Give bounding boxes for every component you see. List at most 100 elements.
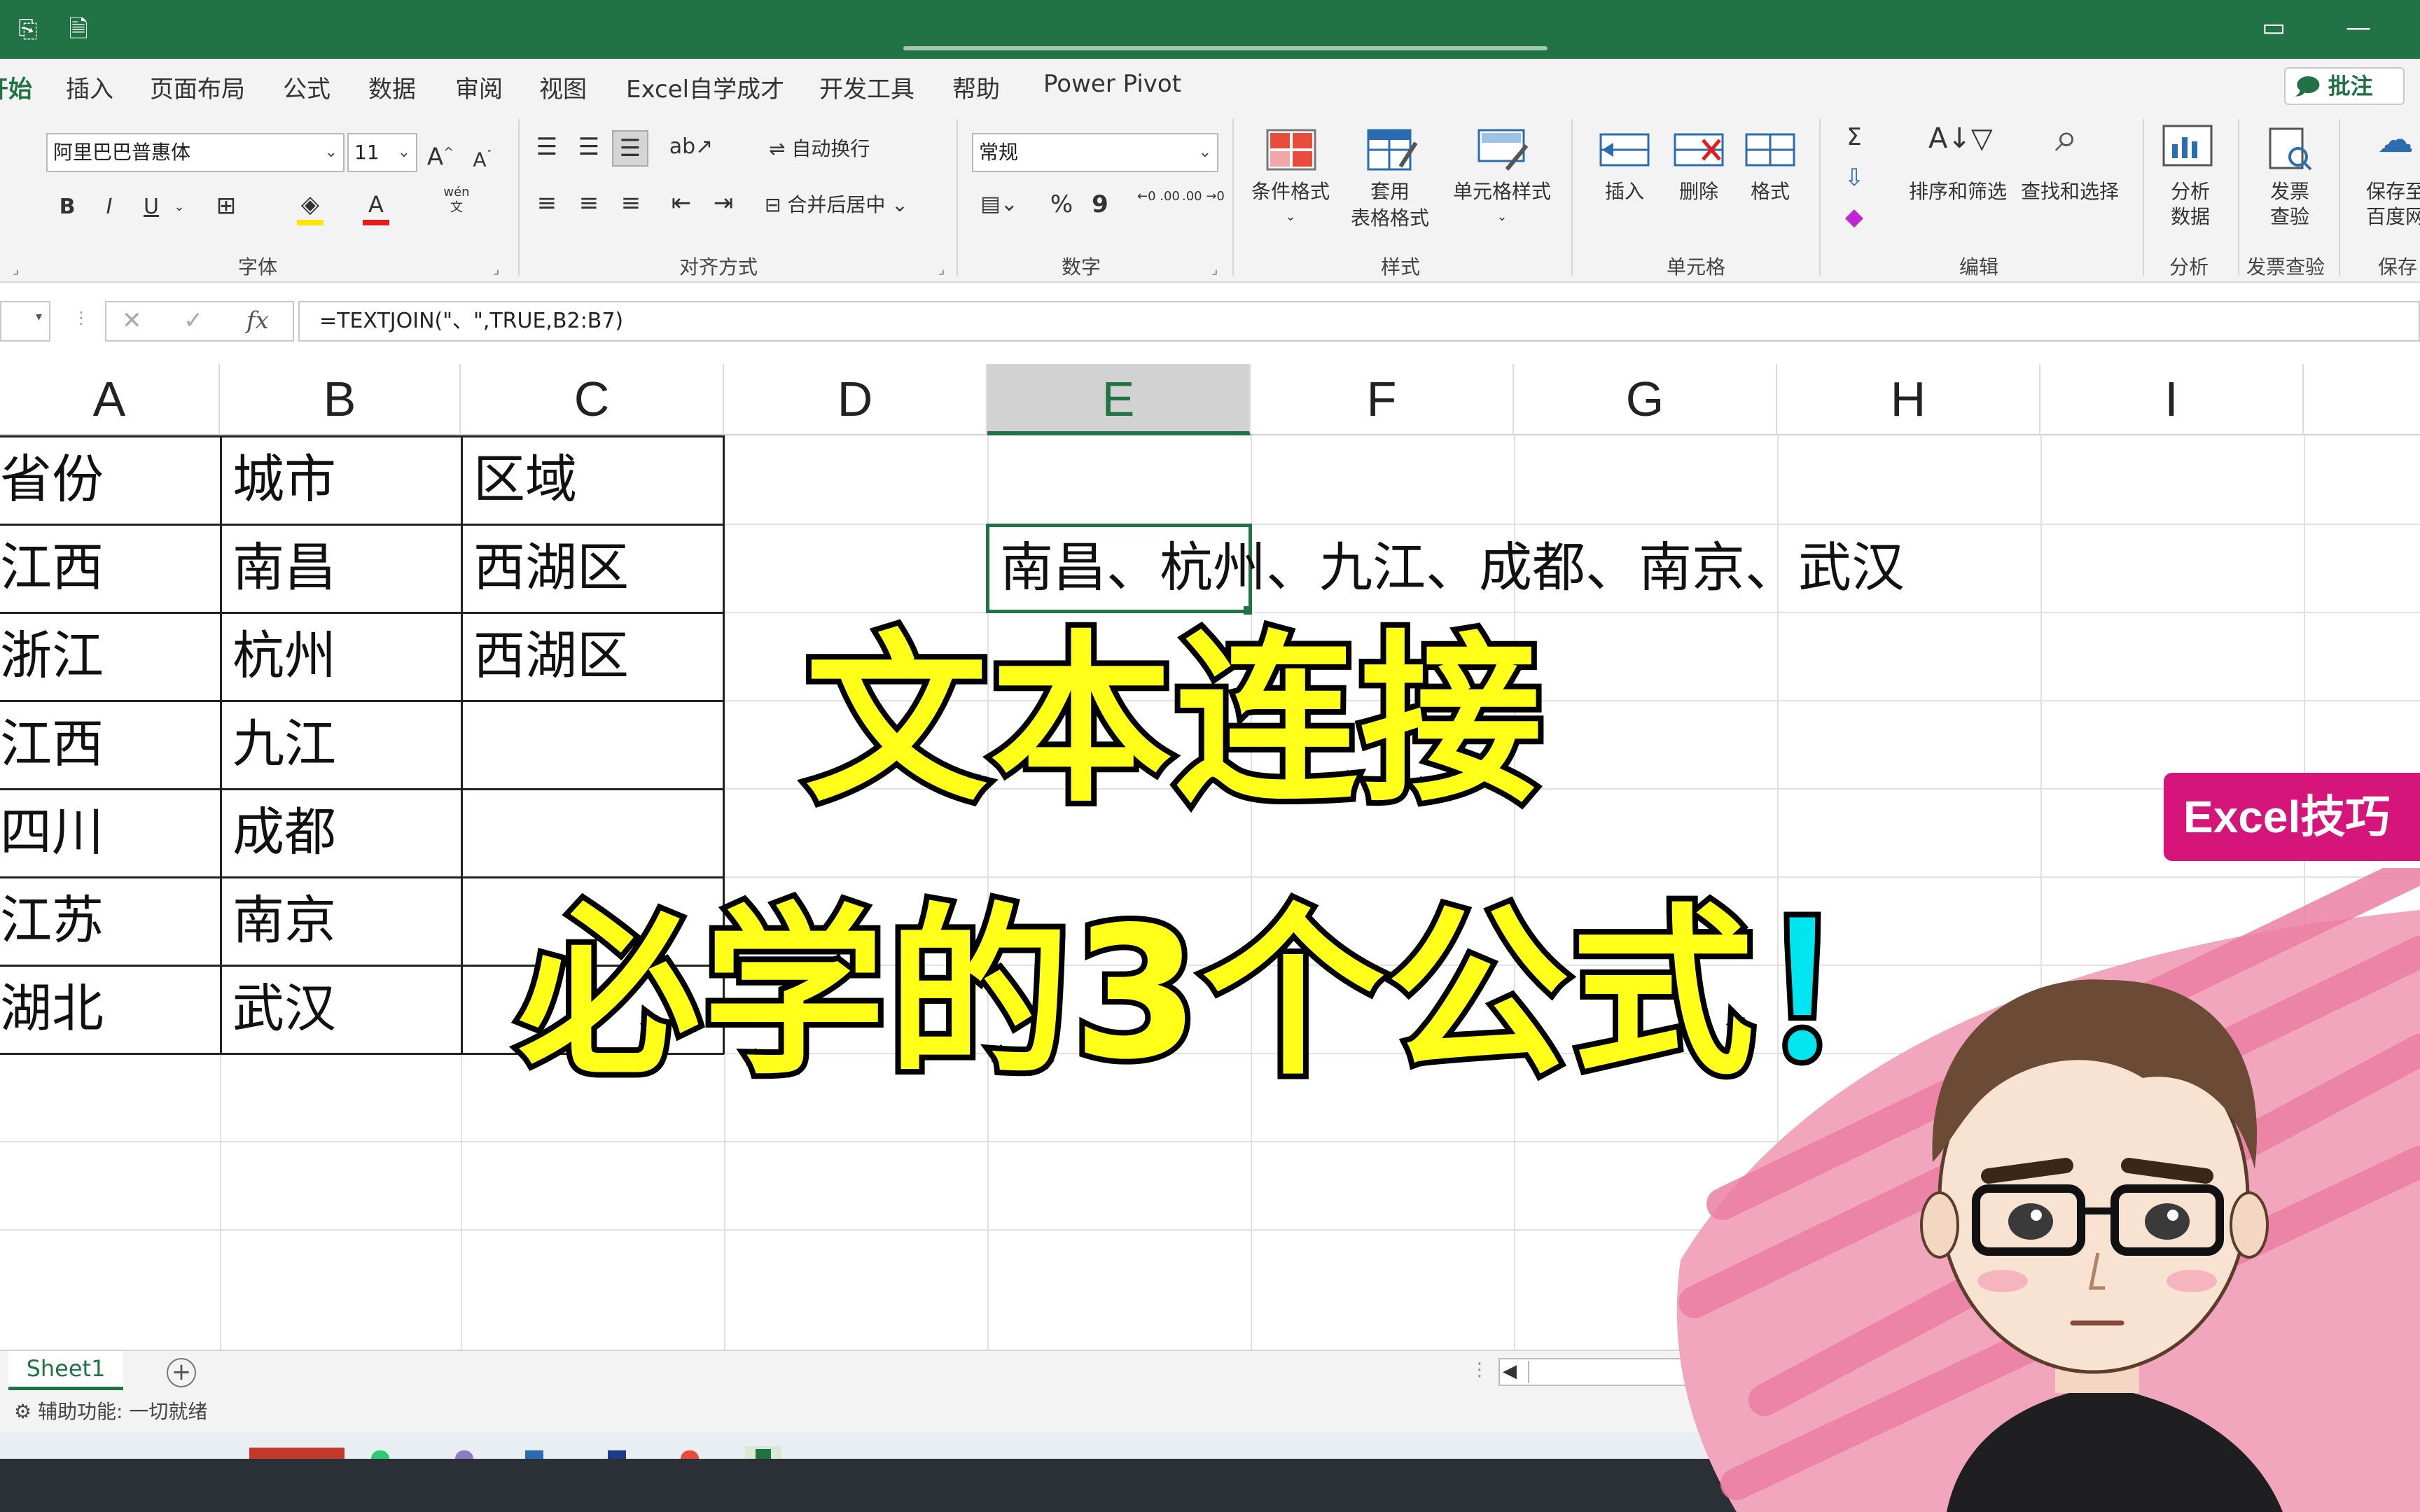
decrease-indent-icon[interactable]: ⇤ [665, 186, 697, 220]
column-header-i[interactable]: I [2040, 364, 2304, 435]
save-baidu-label-2[interactable]: 百度网 [2357, 204, 2420, 230]
enter-icon[interactable]: ✓ [183, 307, 204, 335]
align-right-icon[interactable]: ≡ [615, 186, 647, 220]
clear-icon[interactable]: ◆ [1839, 200, 1870, 234]
name-box[interactable]: ▾ [0, 301, 50, 342]
align-middle-icon[interactable]: ☰ [573, 130, 605, 164]
formula-input[interactable]: =TEXTJOIN("、",TRUE,B2:B7) [298, 301, 2420, 342]
column-header-b[interactable]: B [220, 364, 461, 435]
increase-decimal-button[interactable]: ←0 .00 [1137, 189, 1180, 204]
cell-a2[interactable]: 江西 [0, 524, 104, 612]
cell-a6[interactable]: 江苏 [0, 876, 104, 965]
font-color-button[interactable]: A [359, 188, 394, 225]
dialog-launcher-icon[interactable]: ⌟ [1211, 260, 1218, 277]
dialog-launcher-icon[interactable]: ⌟ [938, 260, 945, 277]
merge-center-button[interactable]: ⊟ 合并后居中 ⌄ [765, 192, 908, 218]
cell-b3[interactable]: 杭州 [221, 612, 336, 700]
format-as-table-label-1[interactable]: 套用 [1344, 179, 1435, 204]
number-format-select[interactable]: 常规 ⌄ [972, 133, 1218, 172]
currency-format-icon[interactable]: ▤⌄ [975, 188, 1024, 221]
column-header-j[interactable] [2304, 364, 2420, 435]
tab-home[interactable]: 开始 [0, 70, 32, 104]
cell-a1[interactable]: 省份 [0, 435, 104, 524]
column-header-f[interactable]: F [1251, 364, 1514, 435]
column-header-g[interactable]: G [1514, 364, 1777, 435]
tab-page-layout[interactable]: 页面布局 [150, 70, 245, 104]
column-header-h[interactable]: H [1777, 364, 2040, 435]
title-search-bar[interactable] [903, 46, 1548, 50]
cancel-icon[interactable]: ✕ [122, 307, 142, 335]
autosave-icon[interactable]: ⎘ [14, 15, 42, 43]
fill-color-icon[interactable]: ◈ [293, 188, 328, 225]
scroll-left-icon[interactable]: ◀ [1503, 1361, 1517, 1382]
sort-filter-button[interactable]: 排序和筛选 [1902, 179, 2014, 204]
comment-button[interactable]: 🗩 批注 [2284, 67, 2405, 105]
align-top-icon[interactable]: ☰ [531, 130, 563, 164]
sheet-tab-sheet1[interactable]: Sheet1 [8, 1351, 123, 1390]
underline-button[interactable]: U [137, 190, 165, 224]
align-bottom-icon[interactable]: ☰ [612, 130, 648, 167]
column-header-a[interactable]: A [0, 364, 220, 435]
analyze-data-label-2[interactable]: 数据 [2155, 204, 2225, 230]
ribbon-display-icon[interactable]: ▭ [2262, 13, 2286, 43]
tab-formulas[interactable]: 公式 [283, 70, 331, 104]
decrease-decimal-button[interactable]: .00 →0 [1182, 189, 1225, 204]
minimize-icon[interactable]: — [2346, 13, 2371, 43]
insert-function-icon[interactable]: fx [246, 307, 269, 335]
dialog-launcher-icon[interactable]: ⌟ [493, 260, 499, 277]
insert-button[interactable]: 插入 [1590, 179, 1660, 204]
cell-b5[interactable]: 成都 [221, 788, 336, 876]
dialog-launcher-icon[interactable]: ⌟ [13, 260, 19, 277]
font-size-select[interactable]: 11 ⌄ [347, 133, 417, 172]
cell-b4[interactable]: 九江 [221, 700, 336, 788]
percent-button[interactable]: % [1046, 188, 1077, 221]
find-select-button[interactable]: 查找和选择 [2014, 179, 2126, 204]
wrap-text-button[interactable]: ⇌ 自动换行 [769, 136, 870, 162]
delete-button[interactable]: 删除 [1664, 179, 1734, 204]
fill-down-icon[interactable]: ⇩ [1839, 161, 1870, 195]
conditional-format-button[interactable]: 条件格式 [1245, 179, 1336, 204]
cell-a5[interactable]: 四川 [0, 788, 104, 876]
format-as-table-label-2[interactable]: 表格格式 [1330, 206, 1449, 231]
tab-developer[interactable]: 开发工具 [819, 70, 915, 104]
align-left-icon[interactable]: ≡ [531, 186, 563, 220]
taskbar-app-icon[interactable] [455, 1450, 473, 1459]
analyze-data-label-1[interactable]: 分析 [2155, 179, 2225, 204]
column-header-e[interactable]: E [987, 364, 1251, 435]
increase-font-button[interactable]: A^ [423, 136, 458, 174]
cell-e2-result[interactable]: 南昌、杭州、九江、成都、南京、武汉 [989, 524, 1905, 612]
tab-power-pivot[interactable]: Power Pivot [1043, 70, 1181, 98]
cell-b7[interactable]: 武汉 [221, 965, 336, 1053]
comma-style-button[interactable]: 9 [1090, 188, 1111, 221]
increase-indent-icon[interactable]: ⇥ [707, 186, 739, 220]
tab-view[interactable]: 视图 [539, 70, 587, 104]
decrease-font-button[interactable]: Aˇ [465, 139, 500, 176]
cell-b2[interactable]: 南昌 [221, 524, 336, 612]
cell-b1[interactable]: 城市 [221, 435, 336, 524]
taskbar-app-icon[interactable] [608, 1450, 626, 1459]
phonetic-button[interactable]: wén 文 [437, 185, 476, 216]
accessibility-status[interactable]: 辅助功能: 一切就绪 [38, 1400, 207, 1423]
bold-button[interactable]: B [53, 190, 81, 224]
tab-help[interactable]: 帮助 [952, 70, 1000, 104]
format-button[interactable]: 格式 [1735, 179, 1805, 204]
border-icon[interactable]: ⊞ [209, 189, 244, 223]
chevron-down-icon[interactable]: ⌄ [1456, 204, 1548, 230]
add-sheet-button[interactable]: + [167, 1358, 196, 1387]
italic-button[interactable]: I [95, 190, 123, 224]
tab-data[interactable]: 数据 [368, 70, 416, 104]
taskbar-app-icon[interactable] [525, 1450, 543, 1459]
tab-review[interactable]: 审阅 [455, 70, 503, 104]
column-header-d[interactable]: D [724, 364, 987, 435]
tab-excel-self-study[interactable]: Excel自学成才 [626, 70, 784, 104]
cell-c2[interactable]: 西湖区 [462, 524, 629, 612]
cell-a7[interactable]: 湖北 [0, 965, 104, 1053]
taskbar-app-icon[interactable] [371, 1450, 389, 1459]
cell-a4[interactable]: 江西 [0, 700, 104, 788]
chevron-down-icon[interactable]: ⌄ [1245, 204, 1336, 230]
invoice-check-label-2[interactable]: 查验 [2255, 204, 2325, 230]
align-center-icon[interactable]: ≡ [573, 186, 605, 220]
save-file-icon[interactable]: 🗎 [64, 15, 92, 43]
tab-insert[interactable]: 插入 [66, 70, 113, 104]
tab-splitter-icon[interactable]: ⋮ [1470, 1359, 1489, 1380]
